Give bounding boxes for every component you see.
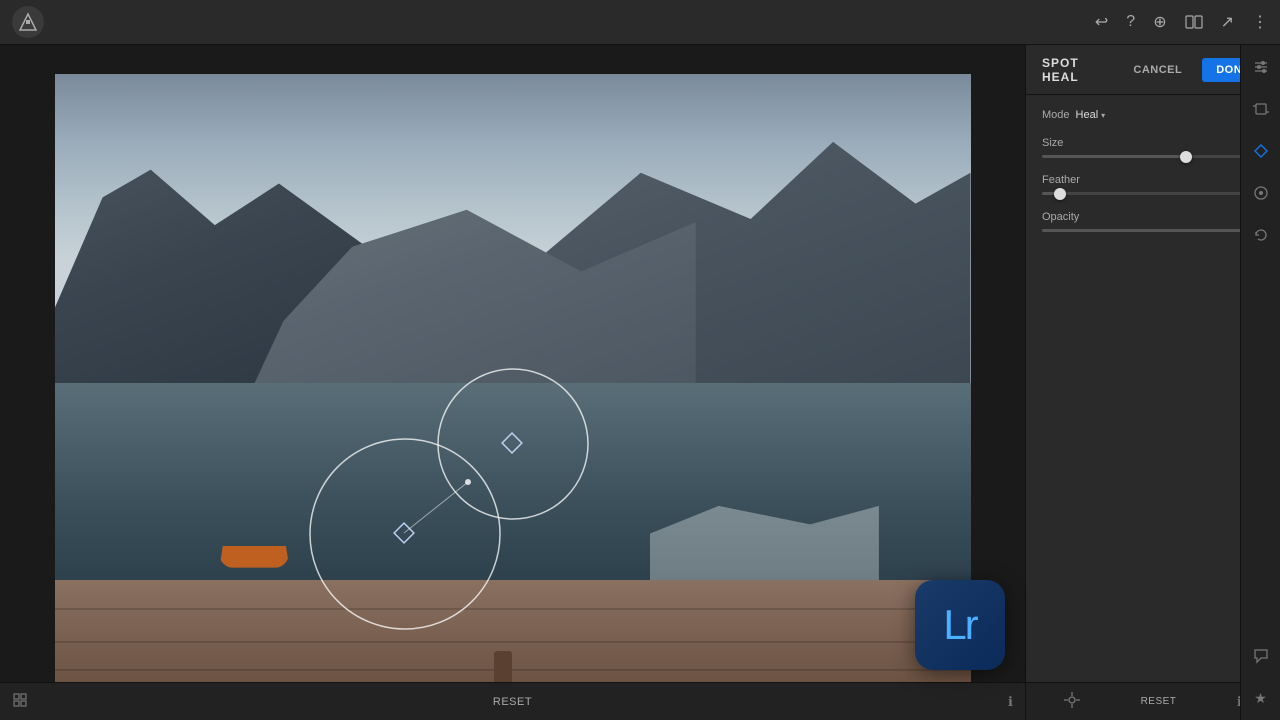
heal-icon[interactable] <box>1247 137 1275 165</box>
main-area: SPOT HEAL CANCEL DONE Mode Heal ▾ Size 8… <box>0 45 1280 720</box>
app-logo <box>12 6 44 38</box>
opacity-slider-track[interactable] <box>1042 229 1264 232</box>
boat <box>219 533 299 568</box>
boat-body <box>219 546 289 568</box>
lr-logo-text: Lr <box>943 601 976 649</box>
reset-label[interactable]: RESET <box>1141 696 1177 707</box>
history-icon[interactable] <box>1247 221 1275 249</box>
mode-value-text: Heal <box>1076 109 1099 121</box>
tool-title: SPOT HEAL <box>1042 56 1113 84</box>
opacity-slider-row: Opacity 100 <box>1042 211 1264 232</box>
share-icon[interactable]: ↗ <box>1221 12 1234 32</box>
photo-background <box>55 74 971 691</box>
add-icon[interactable]: ⊕ <box>1153 12 1166 32</box>
reset-button[interactable]: RESET <box>493 696 532 708</box>
size-slider-fill <box>1042 155 1186 158</box>
opacity-label: Opacity <box>1042 211 1079 223</box>
compare-icon[interactable] <box>1185 13 1203 31</box>
help-icon[interactable]: ? <box>1126 13 1135 31</box>
star-icon[interactable]: ★ <box>1247 684 1275 712</box>
cancel-button[interactable]: CANCEL <box>1125 58 1190 82</box>
crop-icon[interactable] <box>1247 95 1275 123</box>
feather-slider-track[interactable] <box>1042 192 1264 195</box>
canvas-area[interactable] <box>0 45 1025 720</box>
undo-icon[interactable]: ↩ <box>1095 12 1108 32</box>
mode-label: Mode <box>1042 109 1070 121</box>
comment-icon[interactable] <box>1247 642 1275 670</box>
selective-icon[interactable] <box>1247 179 1275 207</box>
size-slider-row: Size 81 <box>1042 137 1264 158</box>
photo-container <box>55 74 971 691</box>
more-icon[interactable]: ⋮ <box>1252 12 1268 32</box>
topbar: ↩ ? ⊕ ↗ ⋮ <box>0 0 1280 45</box>
dock-plank-1 <box>55 608 971 610</box>
lr-badge: Lr <box>915 580 1005 670</box>
dock-plank-3 <box>55 669 971 671</box>
bottom-bar: RESET ℹ <box>0 682 1025 720</box>
dock-plank-2 <box>55 641 971 643</box>
opacity-label-row: Opacity 100 <box>1042 211 1264 223</box>
size-slider-thumb[interactable] <box>1180 151 1192 163</box>
info-icon-bottom[interactable]: ℹ <box>1008 694 1013 710</box>
size-label-row: Size 81 <box>1042 137 1264 149</box>
dock-layer <box>55 580 971 691</box>
mode-selector[interactable]: Heal ▾ <box>1076 109 1106 121</box>
feather-label: Feather <box>1042 174 1080 186</box>
size-label: Size <box>1042 137 1063 149</box>
opacity-slider-fill <box>1042 229 1264 232</box>
side-icon-strip: ★ <box>1240 45 1280 720</box>
feather-label-row: Feather 11 <box>1042 174 1264 186</box>
feather-slider-thumb[interactable] <box>1054 188 1066 200</box>
chevron-down-icon: ▾ <box>1101 111 1105 120</box>
sliders-icon[interactable] <box>1247 53 1275 81</box>
feather-slider-row: Feather 11 <box>1042 174 1264 195</box>
tool-options-icon[interactable] <box>1064 692 1080 711</box>
size-slider-track[interactable] <box>1042 155 1264 158</box>
zoom-fit-icon[interactable] <box>12 692 28 711</box>
mode-row: Mode Heal ▾ <box>1042 109 1264 121</box>
